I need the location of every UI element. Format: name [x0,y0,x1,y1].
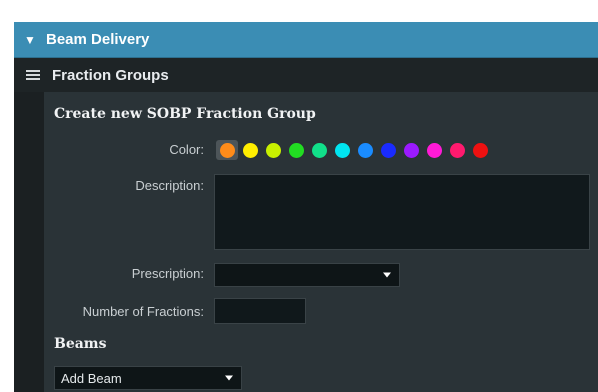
fraction-groups-title: Fraction Groups [52,66,169,84]
color-swatch[interactable] [308,140,330,160]
color-dot [357,142,373,158]
color-dot [288,142,304,158]
description-label: Description: [135,178,204,193]
caret-down-icon [225,375,233,381]
color-swatch[interactable] [239,140,261,160]
hamburger-icon[interactable] [26,68,40,82]
prescription-select[interactable] [214,263,400,287]
beam-delivery-panel: ▼ Beam Delivery Fraction Groups Create n… [14,22,598,392]
color-swatch[interactable] [354,140,376,160]
color-swatch[interactable] [400,140,422,160]
add-beam-select[interactable]: Add Beam [54,366,242,390]
color-dot [311,142,327,158]
color-dot [472,142,488,158]
add-beam-label: Add Beam [61,370,122,386]
color-dot [334,142,350,158]
description-field[interactable] [214,174,590,250]
caret-down-icon [383,272,391,278]
color-dot [242,142,258,158]
color-dot [426,142,442,158]
color-swatch[interactable] [469,140,491,160]
color-swatch[interactable] [446,140,468,160]
fractions-input[interactable] [214,298,306,324]
color-dot [380,142,396,158]
color-dot [265,142,281,158]
color-label: Color: [169,142,204,157]
beam-delivery-title: Beam Delivery [46,31,150,48]
color-swatch[interactable] [285,140,307,160]
beam-delivery-header[interactable]: ▼ Beam Delivery [14,22,598,58]
beams-title: Beams [54,336,107,352]
form-title: Create new SOBP Fraction Group [54,106,316,122]
fractions-label: Number of Fractions: [82,304,204,319]
color-picker [216,140,492,160]
color-swatch[interactable] [262,140,284,160]
triangle-down-icon: ▼ [24,32,36,47]
create-fraction-group-form: Create new SOBP Fraction Group Color: De… [44,92,598,392]
prescription-label: Prescription: [131,266,204,281]
color-swatch[interactable] [216,140,238,160]
color-dot [403,142,419,158]
color-swatch[interactable] [423,140,445,160]
fraction-groups-header[interactable]: Fraction Groups [14,58,598,92]
color-dot [449,142,465,158]
color-swatch[interactable] [377,140,399,160]
color-dot [219,142,235,158]
color-swatch[interactable] [331,140,353,160]
left-gutter [14,92,44,392]
